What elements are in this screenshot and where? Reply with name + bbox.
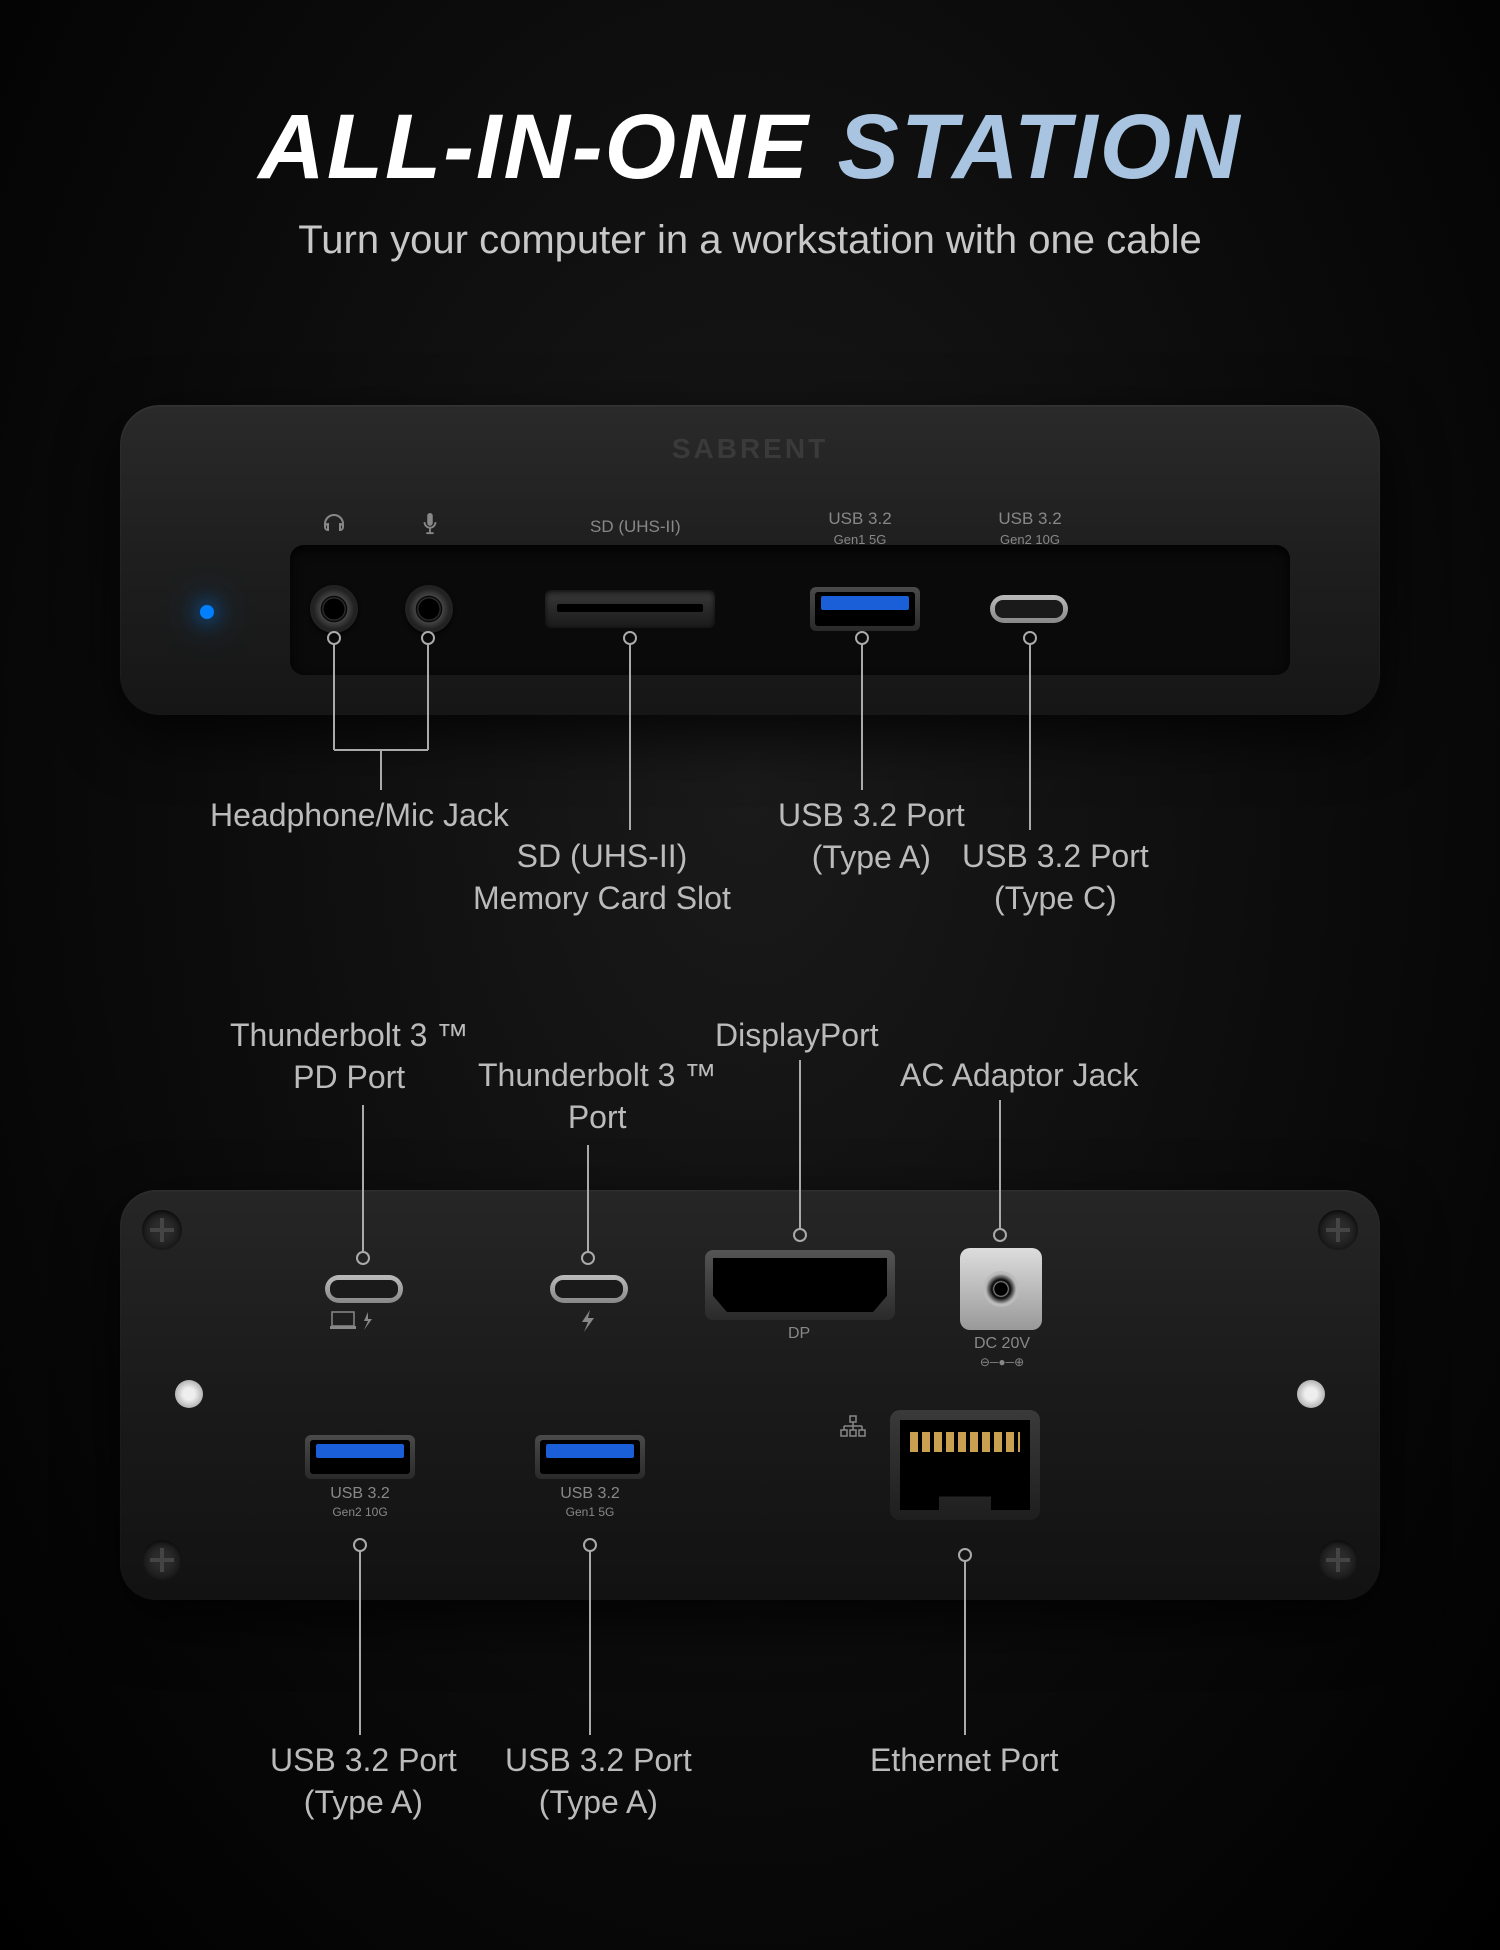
callout-tb: Thunderbolt 3 ™ Port xyxy=(478,1055,716,1138)
main-title: ALL-IN-ONE STATION xyxy=(0,0,1500,200)
screw-icon xyxy=(1318,1210,1358,1250)
usb-c-label: USB 3.2 Gen2 10G xyxy=(990,509,1070,550)
back-usb-a-1-label: USB 3.2 Gen2 10G xyxy=(320,1485,400,1522)
mount-dot xyxy=(1297,1380,1325,1408)
back-panel: DP DC 20V ⊖─●─⊕ USB 3.2 Gen2 10G USB 3.2… xyxy=(120,1190,1380,1600)
mic-jack xyxy=(405,585,453,633)
brand-logo: SABRENT xyxy=(672,433,828,465)
headphone-icon xyxy=(322,513,346,543)
dp-label: DP xyxy=(788,1325,810,1343)
ethernet-icon xyxy=(840,1415,866,1442)
callout-back-usb-a2: USB 3.2 Port (Type A) xyxy=(505,1740,692,1823)
mic-icon xyxy=(419,511,441,543)
sd-card-slot xyxy=(545,590,715,628)
back-usb-a-2-label: USB 3.2 Gen1 5G xyxy=(550,1485,630,1522)
callout-usb-c: USB 3.2 Port (Type C) xyxy=(962,836,1149,919)
displayport xyxy=(705,1250,895,1320)
thunderbolt-port xyxy=(550,1275,628,1303)
thunderbolt-pd-port xyxy=(325,1275,403,1303)
sd-label: SD (UHS-II) xyxy=(590,517,681,537)
front-usb-a-port xyxy=(810,587,920,631)
thunderbolt-icon xyxy=(580,1310,596,1338)
subtitle: Turn your computer in a workstation with… xyxy=(0,218,1500,263)
back-usb-a-2 xyxy=(535,1435,645,1479)
screw-icon xyxy=(142,1540,182,1580)
dc-label: DC 20V ⊖─●─⊕ xyxy=(970,1335,1034,1372)
callout-back-usb-a1: USB 3.2 Port (Type A) xyxy=(270,1740,457,1823)
callout-ac: AC Adaptor Jack xyxy=(900,1055,1138,1097)
dc-jack xyxy=(960,1248,1042,1330)
power-led xyxy=(200,605,214,619)
front-usb-c-port xyxy=(990,595,1068,623)
title-part-1: ALL-IN-ONE xyxy=(258,96,809,198)
headphone-jack xyxy=(310,585,358,633)
usb-a-label: USB 3.2 Gen1 5G xyxy=(820,509,900,550)
front-port-strip xyxy=(290,545,1290,675)
callout-lines xyxy=(0,0,1500,1950)
callout-usb-a: USB 3.2 Port (Type A) xyxy=(778,795,965,878)
title-part-2: STATION xyxy=(837,96,1241,198)
ethernet-port xyxy=(890,1410,1040,1520)
back-usb-a-1 xyxy=(305,1435,415,1479)
callout-dp: DisplayPort xyxy=(715,1015,879,1057)
laptop-thunderbolt-icon xyxy=(330,1310,380,1338)
screw-icon xyxy=(142,1210,182,1250)
front-panel: SABRENT SD (UHS-II) USB 3.2 Gen1 5G USB … xyxy=(120,405,1380,715)
callout-tb-pd: Thunderbolt 3 ™ PD Port xyxy=(230,1015,468,1098)
mount-dot xyxy=(175,1380,203,1408)
callout-sd: SD (UHS-II) Memory Card Slot xyxy=(473,836,731,919)
callout-audio: Headphone/Mic Jack xyxy=(210,795,509,837)
screw-icon xyxy=(1318,1540,1358,1580)
callout-eth: Ethernet Port xyxy=(870,1740,1059,1782)
